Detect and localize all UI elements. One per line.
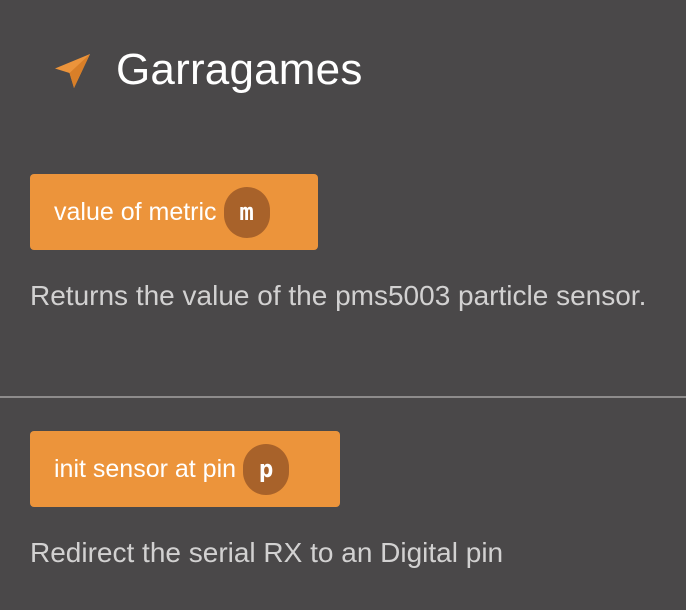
section-divider — [0, 396, 686, 398]
block-label: init sensor at pin — [54, 454, 237, 483]
value-of-metric-block[interactable]: value of metric m — [30, 174, 318, 250]
block-param-m[interactable]: m — [223, 186, 270, 238]
block-param-p[interactable]: p — [243, 443, 290, 495]
block-description: Returns the value of the pms5003 particl… — [30, 280, 647, 311]
extension-panel: Garragames value of metric m Returns the… — [0, 0, 686, 610]
block-description: Redirect the serial RX to an Digital pin — [30, 537, 504, 568]
block-value-of-metric-row: value of metric m — [30, 174, 318, 250]
panel-header: Garragames — [52, 44, 363, 96]
navigation-arrow-icon — [52, 50, 92, 90]
block-init-sensor-row: init sensor at pin p — [30, 431, 340, 507]
page-title: Garragames — [116, 45, 363, 94]
init-sensor-block[interactable]: init sensor at pin p — [30, 431, 340, 507]
block-label: value of metric — [54, 197, 217, 226]
